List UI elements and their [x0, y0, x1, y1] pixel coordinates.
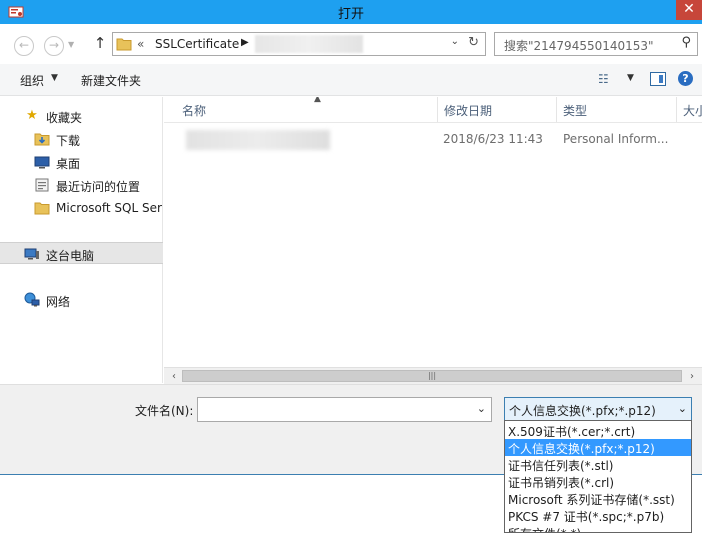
dropdown-option[interactable]: 证书信任列表(*.stl)	[505, 456, 691, 473]
computer-icon	[24, 248, 39, 260]
breadcrumb-overflow[interactable]: «	[137, 37, 144, 51]
breadcrumb-separator-icon[interactable]: ▶	[241, 37, 249, 48]
title-bar: 打开 ✕	[0, 0, 702, 24]
search-placeholder: 搜索"214794550140153"	[504, 39, 654, 53]
sort-ascending-icon: ▲	[314, 97, 321, 104]
recent-places-icon	[35, 178, 49, 192]
new-folder-button[interactable]: 新建文件夹	[81, 72, 141, 89]
file-date: 2018/6/23 11:43	[443, 132, 543, 146]
file-type-select[interactable]: 个人信息交换(*.pfx;*.p12) ⌄	[504, 397, 692, 421]
column-header-date-label: 修改日期	[444, 104, 493, 118]
refresh-icon[interactable]: ↻	[468, 35, 479, 50]
nav-sql-server-label: Microsoft SQL Ser	[56, 201, 162, 215]
help-icon[interactable]: ?	[678, 71, 693, 86]
view-options-icon[interactable]: ☷	[598, 72, 609, 86]
nav-favorites-label: 收藏夹	[46, 111, 83, 125]
nav-network-label: 网络	[46, 295, 71, 309]
dropdown-option[interactable]: Microsoft 系列证书存储(*.sst)	[505, 490, 691, 507]
horizontal-scrollbar[interactable]: ‹ ||| ›	[164, 367, 702, 384]
nav-recent-places-label: 最近访问的位置	[56, 180, 141, 194]
scroll-right-icon[interactable]: ›	[684, 369, 700, 384]
file-list: 名称 ▲ 修改日期 类型 大小 2018/6/23 11:43 Personal…	[164, 97, 702, 367]
search-input[interactable]: 搜索"214794550140153" ⚲	[494, 32, 698, 56]
folder-icon	[34, 202, 50, 215]
chevron-down-icon[interactable]: ⌄	[678, 402, 687, 415]
nav-recent-places[interactable]: 最近访问的位置	[0, 174, 163, 196]
chevron-down-icon[interactable]: ⌄	[477, 402, 486, 415]
recent-locations-icon[interactable]: ▼	[68, 40, 74, 49]
file-type: Personal Inform...	[563, 132, 669, 146]
column-header-type[interactable]: 类型	[557, 97, 677, 122]
desktop-icon	[34, 156, 50, 169]
nav-desktop-label: 桌面	[56, 157, 81, 171]
chevron-down-icon[interactable]: ▼	[627, 73, 634, 83]
column-header-type-label: 类型	[563, 104, 588, 118]
breadcrumb-folder[interactable]: SSLCertificate	[155, 37, 239, 51]
forward-arrow-icon[interactable]: →	[44, 36, 64, 56]
close-button[interactable]: ✕	[676, 0, 702, 20]
column-header-name[interactable]: 名称 ▲	[176, 97, 438, 122]
dropdown-option[interactable]: 证书吊销列表(*.crl)	[505, 473, 691, 490]
redacted-filename	[186, 130, 330, 150]
downloads-folder-icon	[34, 133, 50, 146]
up-arrow-icon[interactable]: ↑	[92, 34, 108, 54]
scrollbar-thumb[interactable]: |||	[182, 370, 682, 382]
nav-desktop[interactable]: 桌面	[0, 151, 163, 173]
column-header-date[interactable]: 修改日期	[438, 97, 557, 122]
network-icon	[24, 292, 40, 307]
search-icon[interactable]: ⚲	[681, 35, 691, 50]
file-name-label: 文件名(N):	[135, 404, 194, 418]
dropdown-option[interactable]: 所有文件(*.*)	[505, 524, 691, 532]
toolbar: 组织 ▼ 新建文件夹 ☷ ▼ ?	[0, 64, 702, 96]
nav-downloads-label: 下载	[56, 134, 81, 148]
preview-pane-icon[interactable]	[650, 72, 666, 86]
folder-icon	[116, 38, 132, 51]
nav-network[interactable]: 网络	[0, 289, 163, 311]
file-name-input[interactable]: ⌄	[197, 397, 492, 422]
file-type-selected: 个人信息交换(*.pfx;*.p12)	[509, 404, 656, 418]
navigation-bar: ← → ▼ ↑ « SSLCertificate ▶ ⌄ ↻ 搜索"214794…	[0, 24, 702, 64]
organize-menu[interactable]: 组织	[20, 72, 44, 89]
dropdown-option[interactable]: X.509证书(*.cer;*.crt)	[505, 422, 691, 439]
chevron-down-icon[interactable]: ▼	[51, 73, 58, 83]
window-title: 打开	[337, 7, 364, 22]
nav-favorites[interactable]: ★ 收藏夹	[0, 105, 163, 127]
redacted-path	[255, 35, 363, 53]
column-header-size-label: 大小	[683, 104, 702, 118]
address-bar[interactable]: « SSLCertificate ▶ ⌄ ↻	[112, 32, 486, 56]
scroll-left-icon[interactable]: ‹	[166, 369, 182, 384]
dropdown-option-selected[interactable]: 个人信息交换(*.pfx;*.p12)	[505, 439, 691, 456]
nav-downloads[interactable]: 下载	[0, 128, 163, 150]
chevron-down-icon[interactable]: ⌄	[451, 36, 459, 47]
star-icon: ★	[26, 108, 38, 123]
header-divider	[164, 122, 702, 123]
nav-this-pc[interactable]: 这台电脑	[0, 242, 163, 264]
nav-this-pc-label: 这台电脑	[46, 249, 95, 263]
back-arrow-icon[interactable]: ←	[14, 36, 34, 56]
file-type-dropdown: X.509证书(*.cer;*.crt) 个人信息交换(*.pfx;*.p12)…	[504, 420, 692, 533]
column-header-size[interactable]: 大小	[677, 97, 702, 122]
column-header-name-label: 名称	[182, 104, 207, 118]
close-icon: ✕	[683, 1, 695, 17]
nav-sql-server[interactable]: Microsoft SQL Ser	[0, 197, 163, 219]
navigation-pane: ★ 收藏夹 下载 桌面 最近访问的位置 Microsoft SQL Ser 这台…	[0, 97, 163, 383]
dropdown-option[interactable]: PKCS #7 证书(*.spc;*.p7b)	[505, 507, 691, 524]
